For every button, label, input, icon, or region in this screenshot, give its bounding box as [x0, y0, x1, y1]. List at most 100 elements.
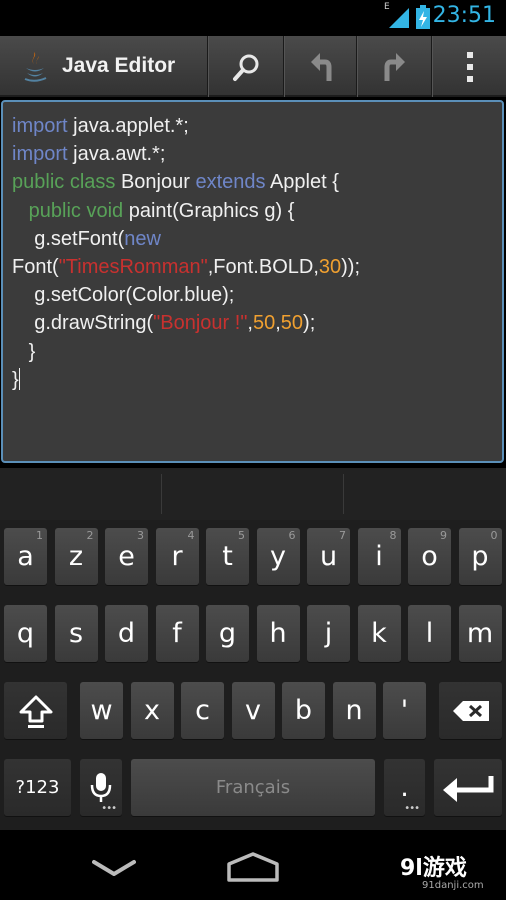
code-line[interactable]: public void paint(Graphics g) { — [12, 197, 360, 225]
symbols-key[interactable]: ?123 — [4, 759, 71, 816]
period-key-label: . — [400, 772, 409, 803]
key-c[interactable]: c — [181, 682, 224, 739]
redo-icon — [384, 52, 405, 81]
key-s[interactable]: s — [54, 605, 98, 662]
key-label: n — [345, 695, 363, 726]
key-p[interactable]: p0 — [458, 528, 502, 585]
action-divider — [431, 36, 433, 97]
shift-key[interactable] — [4, 682, 67, 739]
key-label: h — [269, 618, 287, 649]
undo-icon — [311, 52, 332, 81]
key-label: s — [68, 618, 84, 649]
key-x[interactable]: x — [130, 682, 174, 739]
app-title: Java Editor — [62, 54, 176, 77]
key-label: y — [270, 541, 286, 572]
code-token: "TimesRomman" — [58, 256, 208, 279]
key-z[interactable]: z2 — [54, 528, 98, 585]
code-line[interactable]: public class Bonjour extends Applet { — [12, 168, 360, 196]
battery-charging-icon — [416, 5, 430, 29]
key-label: w — [90, 695, 113, 726]
suggestion-divider — [343, 474, 344, 514]
action-divider — [283, 36, 285, 97]
voice-input-key[interactable]: ••• — [80, 759, 122, 816]
key-label: e — [118, 541, 135, 572]
overflow-menu-button[interactable] — [434, 36, 506, 97]
code-line[interactable]: g.drawString("Bonjour !",50,50); — [12, 309, 360, 337]
key-hint: 1 — [36, 529, 43, 542]
code-token: "Bonjour !" — [153, 312, 248, 335]
key-label: x — [144, 695, 160, 726]
code-token: new — [124, 227, 161, 250]
action-bar: Java Editor — [0, 36, 506, 97]
code-line[interactable]: import java.applet.*; — [12, 112, 360, 140]
code-line[interactable]: import java.awt.*; — [12, 140, 360, 168]
key-label: z — [68, 541, 84, 572]
key-n[interactable]: n — [332, 682, 376, 739]
code-text[interactable]: import java.applet.*; import java.awt.*; p… — [12, 112, 360, 394]
key-hint: 3 — [137, 529, 144, 542]
home-icon[interactable] — [226, 852, 280, 882]
shift-icon — [19, 695, 52, 728]
key-label: v — [245, 695, 261, 726]
key-w[interactable]: w — [80, 682, 123, 739]
code-token: } — [12, 368, 19, 391]
watermark-logo: 9l游戏 — [400, 856, 467, 881]
key-u[interactable]: u7 — [307, 528, 350, 585]
more-dots: ••• — [101, 803, 117, 814]
key-t[interactable]: t5 — [206, 528, 249, 585]
code-token: extends — [195, 171, 266, 194]
key-q[interactable]: q — [4, 605, 47, 662]
code-line[interactable]: } — [12, 366, 360, 394]
key-label: ' — [400, 695, 409, 726]
key-e[interactable]: e3 — [105, 528, 148, 585]
key-label: o — [421, 541, 438, 572]
signal-icon — [389, 8, 409, 28]
key-m[interactable]: m — [458, 605, 502, 662]
key-label: a — [17, 541, 34, 572]
key-y[interactable]: y6 — [256, 528, 300, 585]
key-f[interactable]: f — [155, 605, 199, 662]
space-key[interactable]: Français — [131, 759, 375, 816]
code-token: )); — [341, 256, 361, 279]
redo-button[interactable] — [359, 36, 431, 97]
key-g[interactable]: g — [206, 605, 249, 662]
clock: 23:51 — [432, 3, 496, 28]
key-a[interactable]: a1 — [4, 528, 47, 585]
code-token: g.drawString( — [12, 312, 154, 335]
key-hint: 4 — [187, 529, 195, 542]
key-r[interactable]: r4 — [155, 528, 199, 585]
backspace-key[interactable] — [439, 682, 502, 739]
code-line[interactable]: g.setColor(Color.blue); — [12, 281, 360, 309]
enter-icon — [443, 775, 494, 802]
key-k[interactable]: k — [357, 605, 401, 662]
code-token: public class — [12, 171, 116, 194]
enter-key[interactable] — [434, 759, 502, 816]
key-l[interactable]: l — [408, 605, 451, 662]
key-i[interactable]: i8 — [357, 528, 401, 585]
code-token: g.setColor(Color.blue); — [12, 284, 235, 307]
code-token: public void — [28, 199, 124, 222]
code-token: 50 — [252, 312, 276, 335]
undo-button[interactable] — [286, 36, 356, 97]
back-icon[interactable] — [92, 858, 136, 878]
code-line[interactable]: } — [12, 338, 360, 366]
key-apostrophe[interactable]: ' — [383, 682, 426, 739]
period-key[interactable]: . ••• — [384, 759, 425, 816]
code-token: Font( — [12, 256, 59, 279]
code-editor[interactable]: import java.applet.*; import java.awt.*; p… — [1, 100, 504, 463]
code-token: Bonjour — [115, 171, 196, 194]
key-b[interactable]: b — [282, 682, 325, 739]
key-o[interactable]: o9 — [408, 528, 451, 585]
key-label: t — [222, 541, 233, 572]
more-dots: ••• — [404, 803, 420, 814]
code-line[interactable]: g.setFont(new — [12, 225, 360, 253]
search-button[interactable] — [210, 36, 283, 97]
key-label: c — [195, 695, 210, 726]
code-line[interactable]: Font("TimesRomman",Font.BOLD,30)); — [12, 253, 360, 281]
suggestion-strip — [0, 468, 506, 520]
key-h[interactable]: h — [256, 605, 300, 662]
key-j[interactable]: j — [307, 605, 350, 662]
key-v[interactable]: v — [231, 682, 275, 739]
key-d[interactable]: d — [105, 605, 148, 662]
